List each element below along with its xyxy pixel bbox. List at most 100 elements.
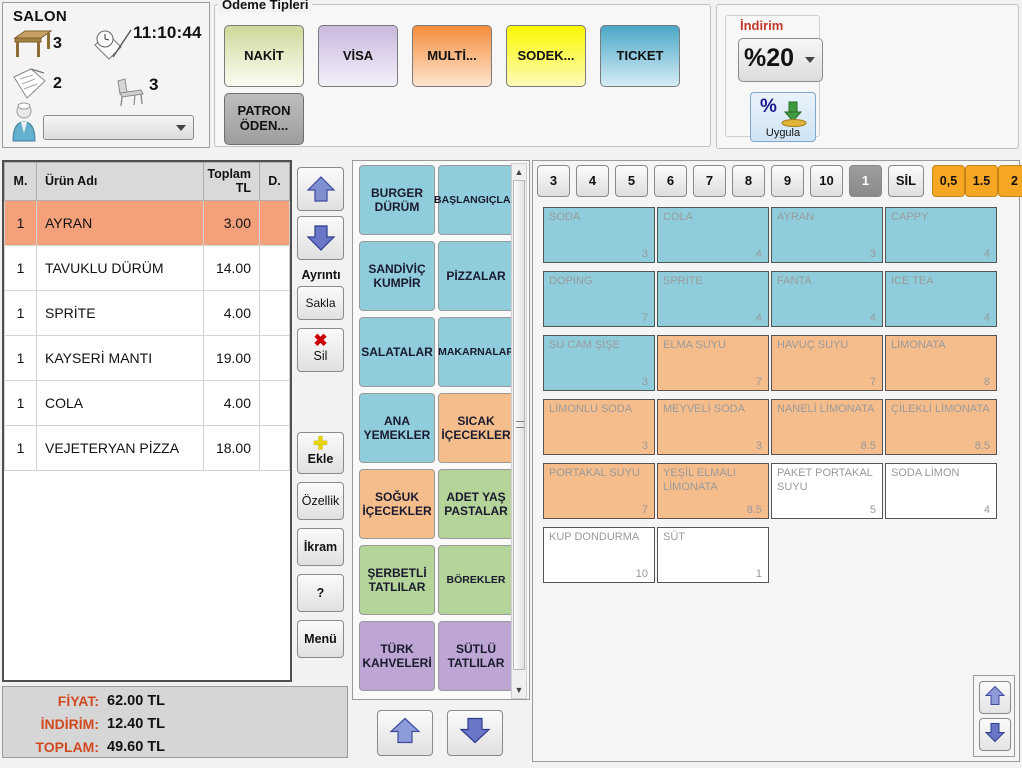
category-page-down-button[interactable] bbox=[447, 710, 503, 756]
product-price: 7 bbox=[755, 376, 762, 388]
product-tile[interactable]: ÇİLEKLİ LİMONATA 8.5 bbox=[885, 399, 997, 455]
category-button[interactable]: TÜRK KAHVELERİ bbox=[359, 621, 435, 691]
product-price: 3 bbox=[755, 440, 762, 452]
sakla-button[interactable]: Sakla bbox=[297, 286, 344, 320]
category-button[interactable]: ADET YAŞ PASTALAR bbox=[438, 469, 514, 539]
product-price: 7 bbox=[641, 504, 648, 516]
note-count: 2 bbox=[53, 75, 62, 92]
table-row[interactable]: 1 TAVUKLU DÜRÜM 14.00 bbox=[4, 244, 290, 291]
product-tile[interactable]: CAPPY 4 bbox=[885, 207, 997, 263]
product-page-up-button[interactable] bbox=[979, 681, 1011, 714]
salon-select[interactable] bbox=[43, 115, 194, 140]
product-tile[interactable]: AYRAN 3 bbox=[771, 207, 883, 263]
table-row[interactable]: 1 KAYSERİ MANTI 19.00 bbox=[4, 334, 290, 381]
table-row[interactable]: 1 AYRAN 3.00 bbox=[4, 199, 290, 246]
table-row[interactable]: 1 COLA 4.00 bbox=[4, 379, 290, 426]
quantity-fraction-button[interactable]: 0,5 bbox=[932, 165, 965, 197]
category-scrollbar[interactable]: ▲ ▼ bbox=[511, 163, 527, 699]
ozellik-button[interactable]: Özellik bbox=[297, 482, 344, 520]
category-button[interactable]: PİZZALAR bbox=[438, 241, 514, 311]
payment-button-visa[interactable]: VİSA bbox=[318, 25, 398, 87]
product-price: 5 bbox=[869, 504, 876, 516]
category-button[interactable]: SALATALAR bbox=[359, 317, 435, 387]
product-price: 7 bbox=[869, 376, 876, 388]
category-button[interactable]: SÜTLÜ TATLILAR bbox=[438, 621, 514, 691]
product-tile[interactable]: SÜT 1 bbox=[657, 527, 769, 583]
quantity-button-4[interactable]: 4 bbox=[576, 165, 609, 197]
product-tile[interactable]: ICE TEA 4 bbox=[885, 271, 997, 327]
product-tile[interactable]: ELMA SUYU 7 bbox=[657, 335, 769, 391]
product-tile[interactable]: HAVUÇ SUYU 7 bbox=[771, 335, 883, 391]
product-tile[interactable]: PAKET PORTAKAL SUYU 5 bbox=[771, 463, 883, 519]
product-name: KUP DONDURMA bbox=[549, 531, 640, 543]
col-name: Ürün Adı bbox=[36, 162, 204, 201]
move-down-button[interactable] bbox=[297, 216, 344, 260]
category-button[interactable]: MAKARNALAR bbox=[438, 317, 514, 387]
scroll-up-icon[interactable]: ▲ bbox=[512, 165, 526, 179]
category-button[interactable]: BÖREKLER bbox=[438, 545, 514, 615]
product-page-down-button[interactable] bbox=[979, 718, 1011, 751]
product-tile[interactable]: SPRITE 4 bbox=[657, 271, 769, 327]
product-tile[interactable]: LİMONATA 8 bbox=[885, 335, 997, 391]
quantity-button-10[interactable]: 10 bbox=[810, 165, 843, 197]
ikram-button[interactable]: İkram bbox=[297, 528, 344, 566]
product-tile[interactable]: YEŞİL ELMALI LİMONATA 8.5 bbox=[657, 463, 769, 519]
delete-line-button[interactable]: ✖ Sil bbox=[297, 328, 344, 372]
product-tile[interactable]: NANELİ LİMONATA 8.5 bbox=[771, 399, 883, 455]
apply-discount-button[interactable]: % Uygula bbox=[750, 92, 816, 142]
product-name: COLA bbox=[663, 211, 693, 223]
product-tile[interactable]: FANTA 4 bbox=[771, 271, 883, 327]
quantity-fraction-button[interactable]: 1.5 bbox=[965, 165, 998, 197]
quantity-clear-button[interactable]: SİL bbox=[888, 165, 924, 197]
quantity-button-selected[interactable]: 1 bbox=[849, 165, 882, 197]
move-up-button[interactable] bbox=[297, 167, 344, 211]
product-tile[interactable]: DOPING 7 bbox=[543, 271, 655, 327]
payment-types-legend: Ödeme Tipleri bbox=[218, 0, 313, 12]
quantity-button-7[interactable]: 7 bbox=[693, 165, 726, 197]
quantity-button-6[interactable]: 6 bbox=[654, 165, 687, 197]
quantity-button-9[interactable]: 9 bbox=[771, 165, 804, 197]
product-name: PORTAKAL SUYU bbox=[549, 467, 640, 479]
up-arrow-icon bbox=[389, 716, 421, 751]
scrollbar-thumb[interactable] bbox=[513, 180, 525, 670]
payment-button-multi[interactable]: MULTİ... bbox=[412, 25, 492, 87]
product-price: 8.5 bbox=[974, 440, 990, 452]
category-button[interactable]: SICAK İÇECEKLER bbox=[438, 393, 514, 463]
add-line-button[interactable]: ✚ Ekle bbox=[297, 432, 344, 474]
scroll-down-icon[interactable]: ▼ bbox=[512, 683, 526, 697]
product-tile[interactable]: LİMONLU SODA 3 bbox=[543, 399, 655, 455]
product-tile[interactable]: MEYVELİ SODA 3 bbox=[657, 399, 769, 455]
payment-button-nakit[interactable]: NAKİT bbox=[224, 25, 304, 87]
quantity-button-8[interactable]: 8 bbox=[732, 165, 765, 197]
product-tile[interactable]: COLA 4 bbox=[657, 207, 769, 263]
payment-button-ticket[interactable]: TICKET bbox=[600, 25, 680, 87]
category-button[interactable]: SANDİVİÇ KUMPİR bbox=[359, 241, 435, 311]
category-button[interactable]: BURGER DÜRÜM bbox=[359, 165, 435, 235]
product-grid: SODA 3 COLA 4 AYRAN 3 CAPPY 4 DOPING 7 SPRITE 4 FANT… bbox=[537, 203, 1015, 708]
product-name: LİMONLU SODA bbox=[549, 403, 633, 415]
category-button[interactable]: SOĞUK İÇECEKLER bbox=[359, 469, 435, 539]
payment-button-sodexo[interactable]: SODEK... bbox=[506, 25, 586, 87]
help-button[interactable]: ? bbox=[297, 574, 344, 612]
chevron-down-icon bbox=[176, 125, 186, 131]
table-row[interactable]: 1 VEJETERYAN PİZZA 18.00 bbox=[4, 424, 290, 471]
discount-select[interactable]: %20 bbox=[738, 38, 823, 82]
quantity-button-5[interactable]: 5 bbox=[615, 165, 648, 197]
order-row-total: 19.00 bbox=[203, 334, 260, 381]
product-tile[interactable]: SODA LİMON 4 bbox=[885, 463, 997, 519]
quantity-button-3[interactable]: 3 bbox=[537, 165, 570, 197]
totals-panel: FİYAT: 62.00 TL İNDİRİM: 12.40 TL TOPLAM… bbox=[2, 686, 348, 758]
table-row[interactable]: 1 SPRİTE 4.00 bbox=[4, 289, 290, 336]
quantity-fraction-button[interactable]: 2 bbox=[998, 165, 1022, 197]
order-row-name: TAVUKLU DÜRÜM bbox=[36, 244, 204, 291]
category-button[interactable]: ANA YEMEKLER bbox=[359, 393, 435, 463]
category-page-up-button[interactable] bbox=[377, 710, 433, 756]
category-button[interactable]: BAŞLANGIÇLAR bbox=[434, 165, 518, 235]
product-tile[interactable]: SU CAM ŞİŞE 3 bbox=[543, 335, 655, 391]
menu-button[interactable]: Menü bbox=[297, 620, 344, 658]
category-button[interactable]: ŞERBETLİ TATLILAR bbox=[359, 545, 435, 615]
product-tile[interactable]: SODA 3 bbox=[543, 207, 655, 263]
payment-button-patron[interactable]: PATRON ÖDEN... bbox=[224, 93, 304, 145]
product-tile[interactable]: KUP DONDURMA 10 bbox=[543, 527, 655, 583]
product-tile[interactable]: PORTAKAL SUYU 7 bbox=[543, 463, 655, 519]
